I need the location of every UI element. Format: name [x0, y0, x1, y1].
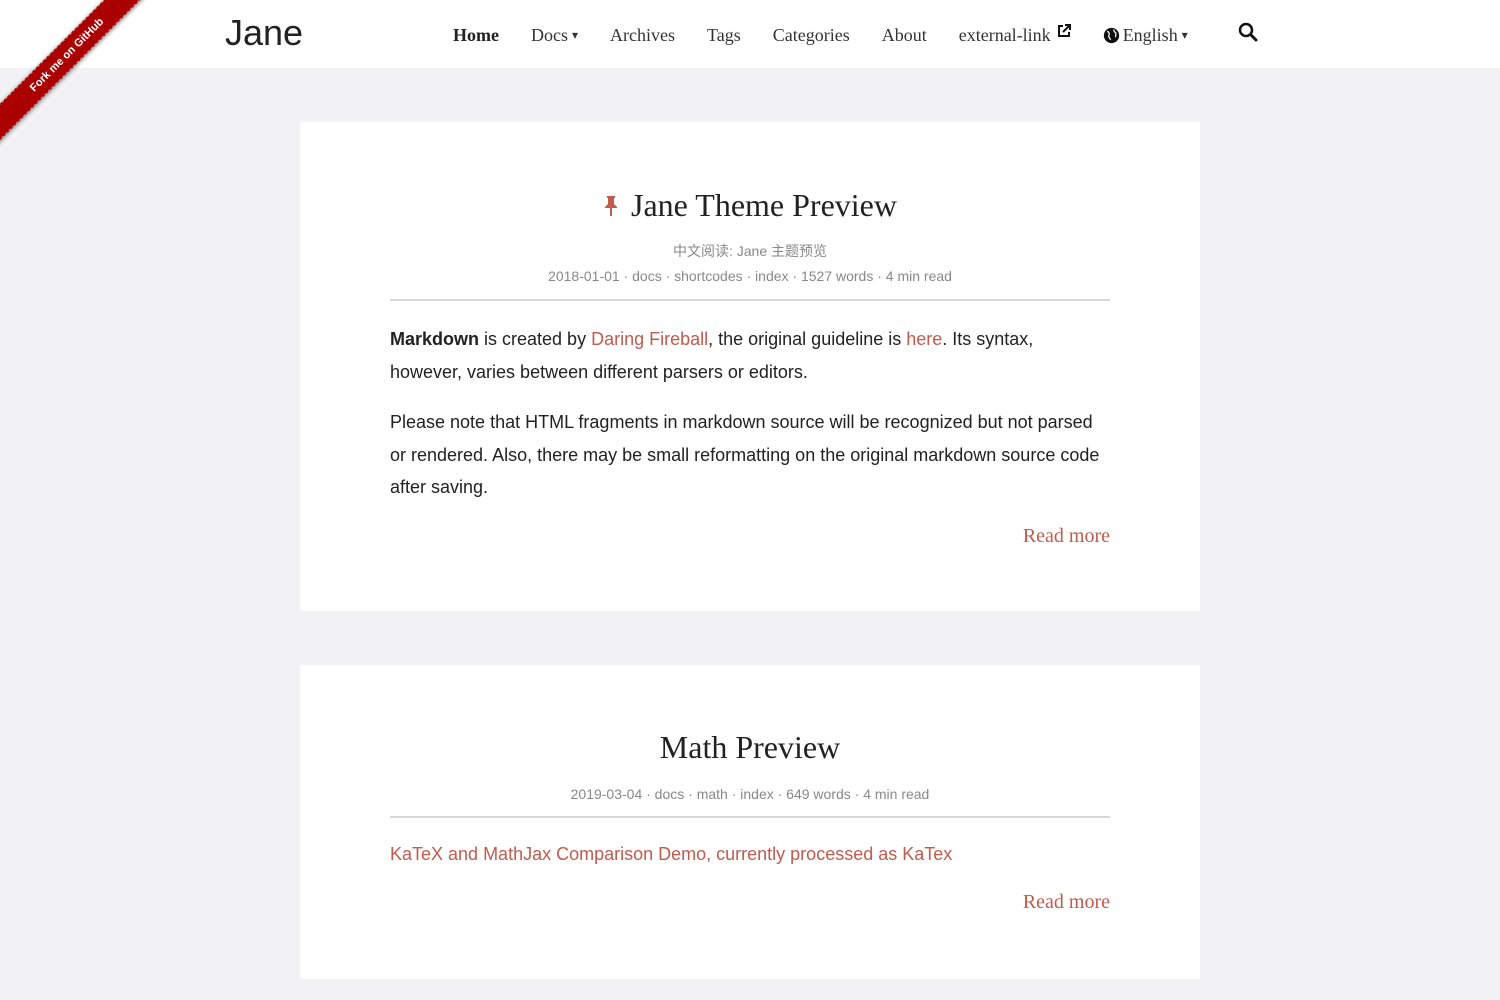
post-translation-link[interactable]: 中文阅读: Jane 主题预览 — [300, 241, 1200, 261]
nav-external-link[interactable]: external-link — [958, 24, 1071, 46]
nav-docs-label: Docs — [530, 24, 568, 45]
katex-demo-link[interactable]: KaTeX and MathJax Comparison Demo, curre… — [390, 844, 952, 864]
bold-text: Markdown — [390, 329, 480, 349]
post-divider — [390, 816, 1110, 818]
nav-categories[interactable]: Categories — [773, 25, 850, 46]
post-title[interactable]: Math Preview — [300, 729, 1200, 766]
chevron-down-icon: ▾ — [571, 27, 579, 42]
fork-on-github-link[interactable]: Fork me on GitHub — [0, 0, 150, 146]
nav-language[interactable]: English ▾ — [1103, 25, 1188, 46]
site-header: Jane Home Docs ▾ Archives Tags Categorie… — [0, 0, 1500, 68]
globe-icon — [1103, 27, 1119, 43]
chevron-down-icon: ▾ — [1181, 27, 1188, 42]
post-title-text: Jane Theme Preview — [631, 187, 897, 223]
read-more-link[interactable]: Read more — [1023, 525, 1110, 548]
post-meta: 2019-03-04 · docs · math · index · 649 w… — [570, 786, 930, 802]
post-paragraph: Please note that HTML fragments in markd… — [390, 412, 1100, 497]
post-card: Jane Theme Preview 中文阅读: Jane 主题预览 2018-… — [300, 122, 1200, 611]
post-title[interactable]: Jane Theme Preview — [300, 187, 1200, 224]
daring-fireball-link[interactable]: Daring Fireball — [591, 329, 708, 349]
nav-archives[interactable]: Archives — [610, 25, 675, 46]
guideline-link[interactable]: here — [906, 329, 942, 349]
paragraph-text: is created by — [479, 329, 592, 349]
github-ribbon: Fork me on GitHub — [0, 0, 150, 150]
nav-external-label: external-link — [958, 24, 1051, 45]
paragraph-text: , the original guideline is — [708, 329, 907, 349]
external-link-icon — [1057, 24, 1071, 37]
site-logo[interactable]: Jane — [225, 12, 303, 54]
post-divider — [390, 299, 1110, 301]
post-title-text: Math Preview — [659, 729, 841, 765]
nav-language-label: English — [1122, 24, 1178, 45]
main-nav: Home Docs ▾ Archives Tags Categories Abo… — [453, 22, 1220, 48]
post-summary: KaTeX and MathJax Comparison Demo, curre… — [390, 838, 1110, 871]
nav-home[interactable]: Home — [453, 25, 499, 46]
pin-icon — [605, 195, 617, 216]
search-icon[interactable] — [1238, 22, 1258, 42]
nav-docs[interactable]: Docs ▾ — [531, 25, 578, 46]
nav-about[interactable]: About — [882, 25, 927, 46]
post-meta: 2018-01-01 · docs · shortcodes · index ·… — [548, 268, 952, 284]
read-more-link[interactable]: Read more — [1023, 891, 1110, 914]
post-paragraph: Markdown is created by Daring Fireball, … — [390, 323, 1110, 388]
nav-tags[interactable]: Tags — [707, 25, 741, 46]
post-card: Math Preview 2019-03-04 · docs · math · … — [300, 665, 1200, 979]
